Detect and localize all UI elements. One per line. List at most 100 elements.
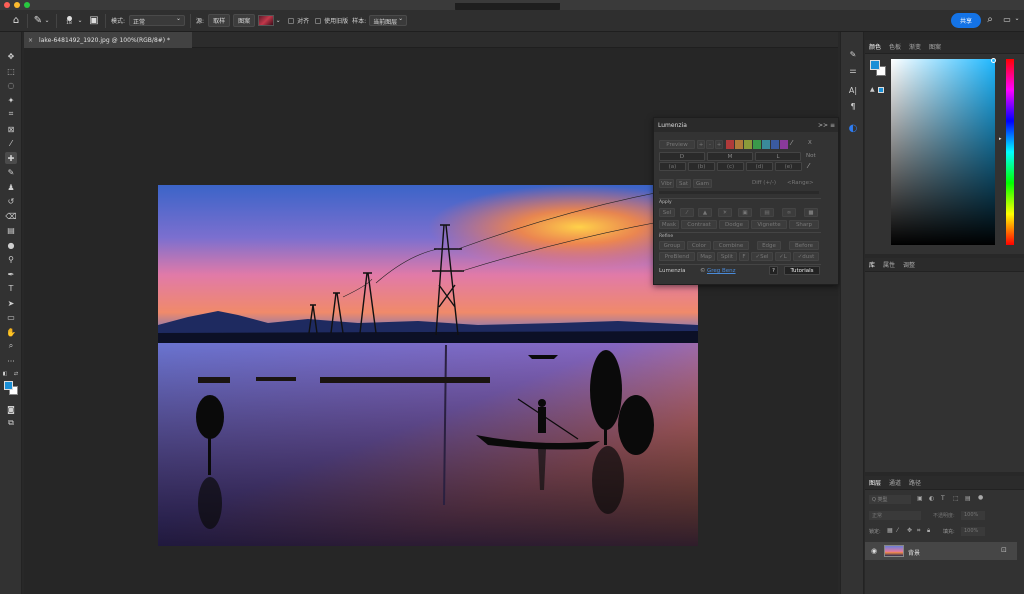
source-sampled-button[interactable]: 取样 [208,14,231,27]
type-tool-icon[interactable]: T [5,282,17,294]
vibr-button[interactable]: Vibr [659,179,674,188]
character-icon[interactable]: A| [847,84,859,96]
marquee-tool-icon[interactable]: ⬚ [5,65,17,77]
preview-button[interactable]: Preview [659,140,695,149]
zone-button-c[interactable]: (c) [717,162,744,171]
author-link[interactable]: Greg Benz [707,268,736,274]
color-swatch-blue[interactable] [771,140,779,149]
preblend-button[interactable]: PreBlend [659,252,695,261]
plus-button-2[interactable]: + [715,140,723,149]
layer-filter-select[interactable]: Q 类型 [869,495,911,504]
sample-select[interactable]: 当前图层 [369,15,408,26]
eraser-tool-icon[interactable]: ⌫ [5,210,17,222]
pattern-swatch[interactable] [258,15,275,26]
color-swatch-orange[interactable] [735,140,743,149]
filter-shape-icon[interactable]: ⬚ [953,495,959,502]
color-field[interactable] [891,59,995,245]
edge-button[interactable]: Edge [757,241,781,250]
help-button[interactable]: ? [769,266,778,275]
zoom-tool-icon[interactable]: ⌕ [5,340,17,352]
filter-type-icon[interactable]: T [941,495,945,502]
foreground-color-swatch[interactable] [4,381,13,390]
image-icon-button[interactable]: ▤ [760,208,774,217]
quick-select-tool-icon[interactable]: ✦ [5,94,17,106]
combine-button[interactable]: Combine [713,241,749,250]
panel-menu-icon[interactable]: ≡ [830,122,835,129]
screen-mode-icon[interactable]: ⧉ [5,417,17,429]
blend-mode-select[interactable]: 正常 [869,511,921,520]
align-checkbox[interactable] [288,17,295,24]
brightness-icon-button[interactable]: ☀ [718,208,732,217]
tab-patterns[interactable]: 图案 [929,42,941,51]
group-button[interactable]: Group [659,241,685,250]
check-dust-button[interactable]: ✓dust [793,252,819,261]
brush-preset-picker[interactable]: 18 [62,15,76,26]
not-toggle[interactable]: Not [806,153,816,159]
mask-button[interactable]: Mask [659,220,679,229]
foreground-color-chip[interactable] [870,60,880,70]
before-button[interactable]: Before [789,241,819,250]
filter-pixel-icon[interactable]: ▣ [917,495,923,502]
fill-field[interactable]: 100% [961,527,985,536]
source-pattern-button[interactable]: 图案 [233,14,256,27]
contrast-button[interactable]: Contrast [681,220,717,229]
tab-channels[interactable]: 通道 [889,478,901,487]
clear-x-button[interactable]: X [808,140,812,146]
tab-adjustments[interactable]: 调整 [903,260,915,269]
chevron-down-icon[interactable]: ⌄ [1013,15,1021,22]
legacy-checkbox[interactable] [315,17,322,24]
document-image[interactable] [158,185,698,546]
filter-toggle-icon[interactable]: ● [978,494,983,501]
link-icon-button[interactable]: ∞ [782,208,796,217]
lock-pixels-icon[interactable]: ▦ [887,527,893,534]
range-slider[interactable] [659,191,819,194]
filter-smart-icon[interactable]: ▤ [965,495,971,502]
workspace-icon[interactable]: ▭ [1002,15,1012,24]
sat-button[interactable]: Sat [676,179,691,188]
lock-all-icon[interactable]: 🔒︎ [927,527,930,535]
lumenzia-icon[interactable]: ◐ [847,122,859,134]
plus-button[interactable]: + [697,140,705,149]
color-button[interactable]: Color [687,241,711,250]
zone-button-d-small[interactable]: (d) [746,162,773,171]
dodge-button[interactable]: Dodge [719,220,749,229]
brush-tool-icon[interactable]: ✎ [5,166,17,178]
adjustments-icon[interactable]: ⚌ [847,64,859,76]
web-safe-chip[interactable] [878,87,884,93]
tab-gradients[interactable]: 渐变 [909,42,921,51]
map-button[interactable]: Map [697,252,715,261]
lasso-tool-icon[interactable]: ◌ [5,79,17,91]
more-tools-icon[interactable]: ··· [5,355,17,367]
tab-paths[interactable]: 路径 [909,478,921,487]
default-colors-icon[interactable]: ◧ [2,371,8,377]
close-window-button[interactable] [4,2,10,8]
hand-tool-icon[interactable]: ✋ [5,326,17,338]
curves-icon-button[interactable]: ⁄ [680,208,694,217]
gradient-tool-icon[interactable]: ▤ [5,224,17,236]
close-tab-icon[interactable]: × [28,37,33,44]
zone-button-d[interactable]: D [659,152,705,161]
paragraph-icon[interactable]: ¶ [847,100,859,112]
f-button[interactable]: F [739,252,749,261]
vignette-button[interactable]: Vignette [751,220,787,229]
tab-libraries[interactable]: 库 [869,260,875,269]
path-select-tool-icon[interactable]: ➤ [5,297,17,309]
clone-stamp-tool-icon[interactable]: ♟ [5,181,17,193]
zone-button-m[interactable]: M [707,152,753,161]
tab-layers[interactable]: 图层 [869,478,881,487]
document-tab[interactable]: × lake-6481492_1920.jpg @ 100%(RGB/8#) * [24,32,192,48]
tutorials-button[interactable]: Tutorials [784,266,820,275]
history-brush-tool-icon[interactable]: ↺ [5,195,17,207]
check-sel-button[interactable]: ✓Sel [751,252,773,261]
frame-tool-icon[interactable]: ⊠ [5,123,17,135]
tab-color[interactable]: 颜色 [869,42,881,51]
eyedropper-tool-icon[interactable]: ⁄ [5,137,17,149]
sel-button[interactable]: Sel [659,208,675,217]
minus-button[interactable]: - [706,140,714,149]
sharp-button[interactable]: Sharp [789,220,819,229]
lock-move-icon[interactable]: ✥ [907,527,912,534]
eyedropper-icon[interactable]: ⁄ [808,162,809,170]
range-label[interactable]: <Range> [787,180,814,186]
swap-colors-icon[interactable]: ⇄ [13,371,19,377]
diff-label[interactable]: Diff (+/-) [752,180,776,186]
